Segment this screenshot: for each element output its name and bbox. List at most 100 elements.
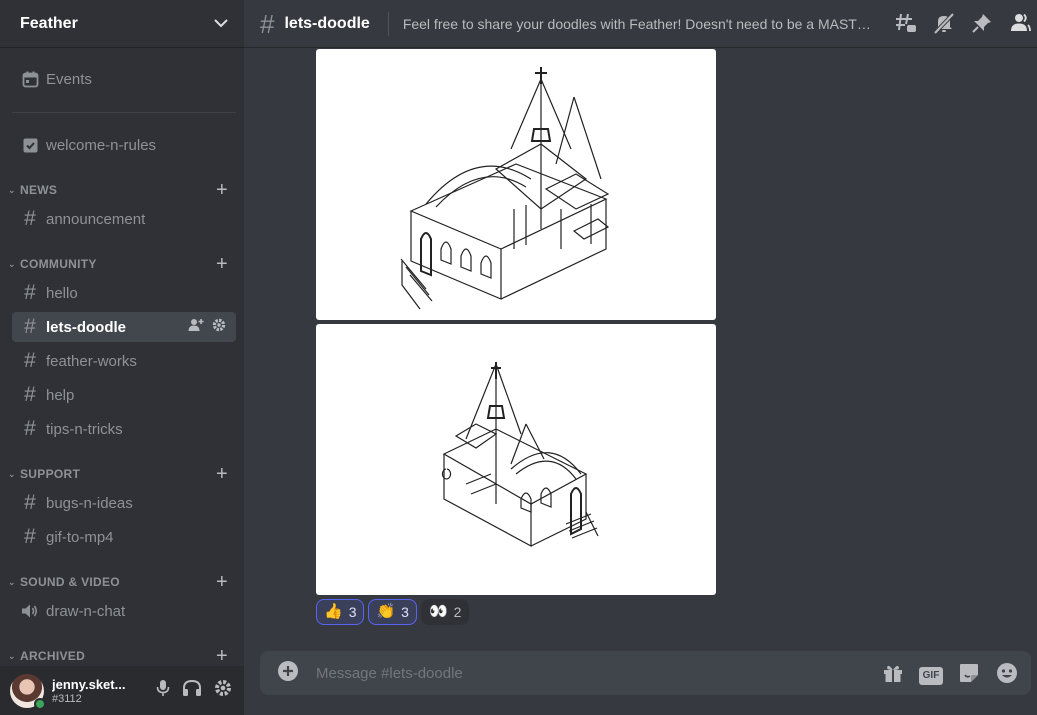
chevron-down-icon: ⌄ — [8, 258, 16, 269]
thumbs-up-icon: 👍 — [324, 603, 343, 620]
gear-icon[interactable] — [212, 318, 226, 336]
category-label: ARCHIVED — [20, 649, 86, 663]
sidebar-item-label: tips-n-tricks — [46, 420, 123, 438]
add-channel-icon[interactable]: + — [216, 180, 228, 200]
reaction-clapping-hands[interactable]: 👏 3 — [368, 599, 417, 625]
sidebar-item-hello[interactable]: # hello — [12, 278, 236, 308]
sidebar-item-label: gif-to-mp4 — [46, 528, 114, 546]
calendar-icon — [20, 69, 40, 89]
reaction-count: 2 — [453, 604, 462, 620]
microphone-icon[interactable] — [156, 679, 170, 702]
add-attachment-icon[interactable] — [276, 659, 300, 688]
category-label: COMMUNITY — [20, 257, 97, 271]
reaction-eyes[interactable]: 👀 2 — [420, 599, 470, 625]
hash-icon: # — [24, 383, 36, 406]
category-label: NEWS — [20, 183, 58, 197]
rules-checkbox-icon — [20, 135, 40, 155]
hash-icon: # — [260, 8, 275, 39]
sidebar-item-label: bugs-n-ideas — [46, 494, 133, 512]
eyes-icon: 👀 — [428, 603, 448, 620]
channel-sidebar: Feather Events welcome-n-rules ⌄ NEWS + … — [0, 0, 244, 715]
hash-icon: # — [24, 349, 36, 372]
user-info[interactable]: jenny.sket... #3112 — [52, 677, 130, 705]
category-support[interactable]: ⌄ SUPPORT + — [8, 464, 236, 484]
header-divider — [387, 11, 389, 36]
threads-icon[interactable] — [895, 12, 917, 39]
headphones-icon[interactable] — [182, 679, 202, 702]
discord-app: Feather Events welcome-n-rules ⌄ NEWS + … — [0, 0, 1037, 715]
hash-icon: # — [24, 525, 36, 548]
category-news[interactable]: ⌄ NEWS + — [8, 180, 236, 200]
sidebar-item-gif-to-mp4[interactable]: # gif-to-mp4 — [12, 522, 236, 552]
sidebar-item-label: Events — [46, 70, 92, 88]
online-status-icon — [34, 697, 46, 710]
username: jenny.sket... — [52, 676, 126, 692]
add-channel-icon[interactable]: + — [216, 572, 228, 592]
church-sketch-drawing — [441, 362, 599, 548]
sidebar-item-help[interactable]: # help — [12, 380, 236, 410]
add-channel-icon[interactable]: + — [216, 464, 228, 484]
church-sketch-drawing — [400, 67, 610, 310]
sidebar-item-label: feather-works — [46, 352, 137, 370]
reaction-count: 3 — [348, 604, 357, 620]
image-attachment-doodle-2[interactable] — [316, 324, 716, 595]
channel-list: Events welcome-n-rules ⌄ NEWS + # announ… — [0, 48, 244, 666]
category-community[interactable]: ⌄ COMMUNITY + — [8, 254, 236, 274]
category-label: SOUND & VIDEO — [20, 575, 120, 589]
server-header[interactable]: Feather — [0, 0, 244, 48]
reaction-thumbs-up[interactable]: 👍 3 — [316, 599, 365, 625]
pin-icon[interactable] — [971, 12, 993, 39]
channel-header: # lets-doodle Feel free to share your do… — [244, 0, 1037, 48]
hash-icon: # — [24, 315, 36, 338]
sidebar-item-welcome-n-rules[interactable]: welcome-n-rules — [12, 130, 236, 160]
image-attachment-doodle-1[interactable] — [316, 49, 716, 320]
sidebar-item-feather-works[interactable]: # feather-works — [12, 346, 236, 376]
sidebar-item-label: lets-doodle — [46, 318, 127, 336]
sidebar-item-lets-doodle[interactable]: # lets-doodle — [12, 312, 236, 342]
gift-icon[interactable] — [881, 661, 905, 690]
sidebar-item-events[interactable]: Events — [12, 64, 236, 94]
sidebar-item-label: help — [46, 386, 75, 404]
sidebar-item-draw-n-chat[interactable]: draw-n-chat — [12, 596, 236, 626]
user-settings-gear-icon[interactable] — [214, 679, 232, 702]
sidebar-item-label: draw-n-chat — [46, 602, 126, 620]
sticker-icon[interactable] — [957, 661, 981, 690]
message-composer: GIF — [260, 651, 1031, 695]
reaction-bar: 👍 3 👏 3 👀 2 — [316, 599, 470, 625]
user-panel: jenny.sket... #3112 — [0, 666, 244, 715]
avatar[interactable] — [10, 673, 46, 710]
emoji-picker-icon[interactable] — [995, 661, 1019, 690]
chevron-down-icon: ⌄ — [8, 468, 16, 479]
category-archived[interactable]: ⌄ ARCHIVED + — [8, 646, 236, 666]
hash-icon: # — [24, 281, 36, 304]
channel-title: lets-doodle — [284, 14, 370, 32]
chevron-down-icon: ⌄ — [8, 576, 16, 587]
sidebar-item-label: announcement — [46, 210, 146, 228]
member-list-icon[interactable] — [1009, 12, 1031, 39]
hash-icon: # — [24, 491, 36, 514]
chevron-down-icon — [214, 15, 228, 33]
clapping-hands-icon: 👏 — [376, 603, 396, 620]
channel-topic[interactable]: Feel free to share your doodles with Fea… — [403, 16, 873, 32]
chevron-down-icon: ⌄ — [8, 184, 16, 195]
gif-picker-button[interactable]: GIF — [919, 666, 943, 685]
sidebar-item-label: welcome-n-rules — [46, 136, 157, 154]
chevron-down-icon: ⌄ — [8, 650, 16, 661]
sidebar-item-bugs-n-ideas[interactable]: # bugs-n-ideas — [12, 488, 236, 518]
reaction-count: 3 — [401, 604, 409, 620]
add-channel-icon[interactable]: + — [216, 254, 228, 274]
hash-icon: # — [24, 417, 36, 440]
user-tag: #3112 — [52, 692, 82, 705]
message-input[interactable] — [316, 664, 836, 682]
sidebar-divider — [12, 112, 236, 113]
invite-member-icon[interactable] — [188, 318, 204, 336]
category-sound-video[interactable]: ⌄ SOUND & VIDEO + — [8, 572, 236, 592]
sidebar-item-label: hello — [46, 284, 78, 302]
server-name: Feather — [20, 14, 78, 32]
sidebar-item-announcement[interactable]: # announcement — [12, 204, 236, 234]
hash-icon: # — [24, 207, 36, 230]
add-channel-icon[interactable]: + — [216, 646, 228, 666]
speaker-icon — [20, 601, 40, 621]
mute-bell-icon[interactable] — [933, 12, 955, 39]
sidebar-item-tips-n-tricks[interactable]: # tips-n-tricks — [12, 414, 236, 444]
